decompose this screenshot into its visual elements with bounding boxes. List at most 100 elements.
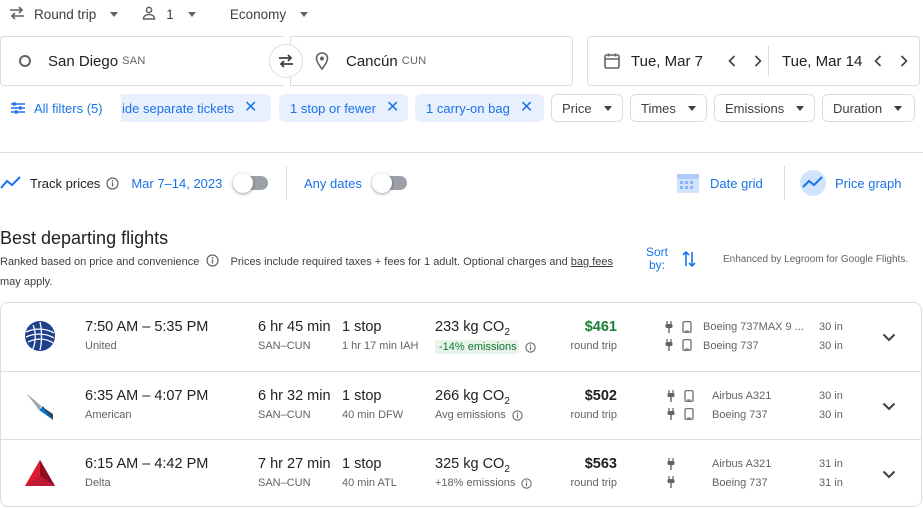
passengers-count: 1: [166, 6, 174, 22]
phone-screen-icon: [683, 408, 695, 420]
layover-info: 1 hr 17 min IAH: [342, 340, 419, 352]
layover-info: 40 min DFW: [342, 409, 404, 421]
calendar-grid-icon: [676, 171, 700, 195]
price-graph-label: Price graph: [835, 175, 902, 191]
passengers-select[interactable]: 1: [142, 6, 196, 23]
times-filter-button[interactable]: Times: [630, 94, 707, 122]
bag-fees-link[interactable]: bag fees: [571, 256, 613, 268]
swap-places-button[interactable]: [269, 44, 303, 78]
amenities: [665, 321, 693, 333]
emissions-badge: -14% emissions: [435, 340, 519, 354]
destination-input[interactable]: Cancún CUN: [290, 36, 573, 86]
chevron-down-icon: [894, 105, 903, 111]
co2-amount: 266 kg CO: [435, 388, 505, 404]
return-date: Tue, Mar 14: [782, 52, 863, 70]
chevron-left-icon[interactable]: [868, 51, 888, 71]
emissions-info: +18% emissions: [435, 477, 533, 489]
date-picker: Tue, Mar 7 Tue, Mar 14: [587, 36, 920, 86]
co2-subscript: 2: [504, 395, 510, 407]
track-date-range: Mar 7–14, 2023: [131, 175, 223, 191]
power-plug-icon: [667, 390, 675, 402]
flight-times: 6:15 AM – 4:42 PM: [85, 456, 209, 472]
chevron-left-icon[interactable]: [722, 51, 742, 71]
aircraft-connecting: Boeing 737: [703, 340, 759, 352]
flight-row[interactable]: 7:50 AM – 5:35 PM United 6 hr 45 min SAN…: [1, 303, 921, 371]
origin-input[interactable]: San Diego SAN: [0, 36, 284, 86]
aircraft-outbound: Boeing 737MAX 9 ...: [703, 321, 804, 333]
swap-arrows-icon: [277, 54, 295, 68]
origin-code: SAN: [122, 55, 146, 67]
circle-icon: [18, 54, 32, 68]
cabin-class-select[interactable]: Economy: [230, 7, 309, 22]
sort-button[interactable]: Sort by:: [646, 246, 696, 272]
legroom-credit: Enhanced by Legroom for Google Flights.: [723, 254, 909, 265]
return-date-field[interactable]: Tue, Mar 14: [769, 37, 914, 85]
airline-name: Delta: [85, 477, 111, 489]
price-filter-button[interactable]: Price: [551, 94, 623, 122]
emissions-filter-button[interactable]: Emissions: [714, 94, 815, 122]
expand-button[interactable]: [879, 464, 899, 484]
chip-label: Emissions: [725, 100, 785, 116]
close-icon[interactable]: ✕: [520, 100, 533, 116]
amenities: [665, 339, 693, 351]
flight-list: 7:50 AM – 5:35 PM United 6 hr 45 min SAN…: [0, 302, 922, 507]
flight-row[interactable]: 6:35 AM – 4:07 PM American 6 hr 32 min S…: [1, 371, 921, 439]
flight-row[interactable]: 6:15 AM – 4:42 PM Delta 7 hr 27 min SAN–…: [1, 439, 921, 506]
chevron-right-icon[interactable]: [894, 51, 914, 71]
track-prices-toggle[interactable]: [233, 173, 268, 193]
info-icon[interactable]: [206, 254, 220, 273]
chip-label: Times: [641, 100, 676, 116]
trip-type-select[interactable]: Round trip: [8, 5, 119, 23]
price-graph-button[interactable]: Price graph: [799, 166, 901, 200]
chevron-down-icon: [882, 333, 896, 342]
amenities: [667, 476, 675, 488]
phone-screen-icon: [681, 321, 693, 333]
calendar-icon: [603, 52, 621, 70]
divider: [0, 152, 923, 153]
info-icon[interactable]: [512, 409, 523, 421]
legroom-outbound: 31 in: [819, 458, 843, 470]
united-logo: [23, 319, 57, 353]
chevron-down-icon: [882, 470, 896, 479]
duration-filter-button[interactable]: Duration: [822, 94, 915, 122]
aircraft-outbound: Airbus A321: [712, 458, 772, 470]
phone-screen-icon: [683, 390, 695, 402]
carry-on-chip[interactable]: 1 carry-on bag ✕: [415, 94, 544, 122]
amenities: [667, 408, 695, 420]
aircraft-connecting: Boeing 737: [712, 477, 768, 489]
close-icon[interactable]: ✕: [386, 100, 399, 116]
departure-date-field[interactable]: Tue, Mar 7: [588, 37, 768, 85]
departure-date: Tue, Mar 7: [631, 52, 703, 70]
trend-icon: [0, 176, 22, 190]
amenities: [667, 390, 695, 402]
sort-arrows-icon: [682, 250, 696, 268]
destination-code: CUN: [401, 55, 427, 67]
info-icon[interactable]: [106, 176, 119, 190]
flight-route: SAN–CUN: [258, 340, 311, 352]
legroom-connecting: 30 in: [819, 340, 843, 352]
close-icon[interactable]: ✕: [244, 100, 257, 116]
date-grid-button[interactable]: Date grid: [676, 166, 763, 200]
all-filters-button[interactable]: All filters (5): [10, 94, 103, 122]
expand-button[interactable]: [879, 396, 899, 416]
expand-button[interactable]: [879, 327, 899, 347]
track-prices: Track prices Mar 7–14, 2023: [0, 166, 222, 200]
info-icon[interactable]: [525, 341, 536, 353]
power-plug-icon: [665, 321, 673, 333]
chevron-down-icon: [687, 105, 696, 111]
airline-name: American: [85, 409, 132, 421]
flight-route: SAN–CUN: [258, 477, 311, 489]
all-filters-label: All filters (5): [34, 100, 103, 116]
info-icon[interactable]: [521, 477, 533, 489]
any-dates-toggle[interactable]: [372, 173, 407, 193]
chevron-down-icon: [796, 105, 805, 111]
delta-logo: [23, 456, 57, 490]
chevron-right-icon[interactable]: [748, 51, 768, 71]
aircraft-outbound: Airbus A321: [712, 390, 772, 402]
flight-duration: 7 hr 27 min: [258, 456, 331, 472]
price-type: round trip: [570, 340, 617, 352]
stops-chip[interactable]: 1 stop or fewer ✕: [279, 94, 408, 122]
separate-tickets-chip[interactable]: ide separate tickets ✕: [121, 94, 271, 122]
co2-amount: 325 kg CO: [435, 456, 505, 472]
amenities: [667, 458, 675, 470]
